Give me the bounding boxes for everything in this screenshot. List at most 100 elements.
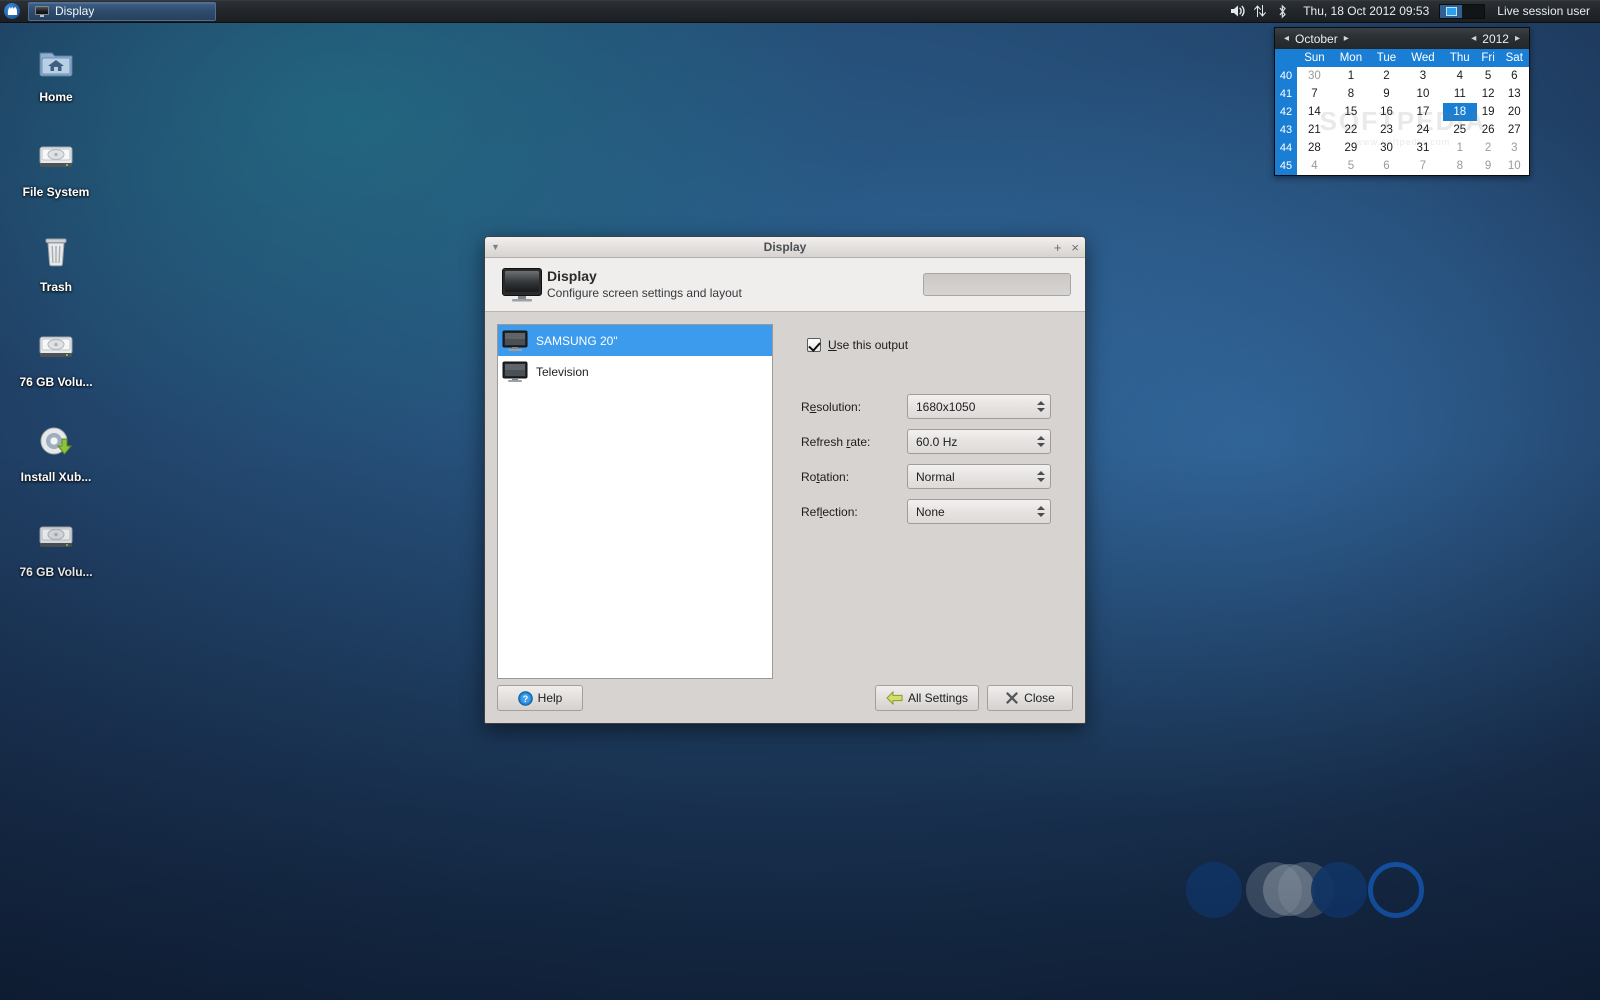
calendar-day[interactable]: 6: [1500, 67, 1529, 85]
reflection-spinner[interactable]: None: [907, 499, 1051, 524]
display-settings-window: ▼ Display + × Display Configure screen s…: [484, 236, 1086, 724]
calendar-day-today[interactable]: 18: [1442, 103, 1477, 121]
resolution-spinner[interactable]: 1680x1050: [907, 394, 1051, 419]
calendar-day[interactable]: 12: [1477, 85, 1500, 103]
close-button-footer[interactable]: Close: [987, 685, 1073, 711]
calendar-next-year-button[interactable]: ▸: [1511, 33, 1524, 44]
calendar-day[interactable]: 11: [1443, 85, 1477, 103]
rotation-stepper[interactable]: [1032, 465, 1050, 488]
calendar-day[interactable]: 31: [1403, 139, 1443, 157]
reflection-stepper[interactable]: [1032, 500, 1050, 523]
desktop-icon-trash[interactable]: Trash: [0, 224, 112, 298]
refresh-rate-label: Refresh rate:: [801, 434, 871, 449]
calendar-day[interactable]: 2: [1477, 139, 1500, 157]
calendar-day[interactable]: 24: [1403, 121, 1443, 139]
calendar-day[interactable]: 4: [1443, 67, 1477, 85]
rotation-spinner[interactable]: Normal: [907, 464, 1051, 489]
calendar-day[interactable]: 29: [1332, 139, 1370, 157]
calendar-prev-month-button[interactable]: ◂: [1280, 33, 1293, 44]
calendar-day[interactable]: 7: [1403, 157, 1443, 175]
calendar-day[interactable]: 22: [1332, 121, 1370, 139]
desktop-icon-install-xubuntu[interactable]: Install Xub...: [0, 414, 112, 488]
calendar-prev-year-button[interactable]: ◂: [1467, 33, 1480, 44]
maximize-button[interactable]: +: [1054, 241, 1062, 254]
calendar-day[interactable]: 19: [1477, 103, 1500, 121]
output-list-item-samsung[interactable]: SAMSUNG 20": [498, 325, 772, 356]
volume-icon[interactable]: [1227, 0, 1249, 23]
calendar-day[interactable]: 21: [1297, 121, 1332, 139]
workspace-1[interactable]: [1440, 4, 1463, 18]
search-input[interactable]: [930, 277, 1085, 292]
whisker-menu-button[interactable]: [0, 0, 24, 23]
calendar-day[interactable]: 15: [1332, 103, 1370, 121]
calendar-day[interactable]: 4: [1297, 157, 1332, 175]
calendar-week-row: 40 30 1 2 3 4 5 6: [1275, 67, 1529, 85]
workspace-switcher[interactable]: [1439, 3, 1486, 19]
help-button[interactable]: ? Help: [497, 685, 583, 711]
use-this-output-row[interactable]: Use this output: [807, 338, 1073, 352]
desktop-icon-home[interactable]: Home: [0, 34, 112, 108]
calendar-day[interactable]: 6: [1370, 157, 1403, 175]
calendar-day[interactable]: 2: [1370, 67, 1403, 85]
close-button[interactable]: ×: [1071, 241, 1079, 254]
calendar-day[interactable]: 30: [1370, 139, 1403, 157]
window-titlebar[interactable]: ▼ Display + ×: [485, 237, 1085, 258]
search-box[interactable]: [923, 273, 1085, 296]
taskbar-window-button-display[interactable]: Display: [28, 1, 216, 21]
workspace-2[interactable]: [1462, 4, 1485, 18]
calendar-year-label: 2012: [1482, 31, 1509, 46]
calendar-day[interactable]: 16: [1370, 103, 1403, 121]
desktop-icon-label: Home: [39, 90, 73, 104]
desktop-icon-volume-1[interactable]: 76 GB Volu...: [0, 319, 112, 393]
calendar-day[interactable]: 26: [1477, 121, 1500, 139]
output-list-item-television[interactable]: Television: [498, 356, 772, 387]
calendar-month-label: October: [1295, 31, 1338, 46]
calendar-day[interactable]: 23: [1370, 121, 1403, 139]
calendar-day[interactable]: 9: [1370, 85, 1403, 103]
clock[interactable]: Thu, 18 Oct 2012 09:53: [1293, 4, 1439, 18]
calendar-day[interactable]: 10: [1500, 157, 1529, 175]
desktop-icon-file-system[interactable]: File System: [0, 129, 112, 203]
calendar-day[interactable]: 3: [1500, 139, 1529, 157]
refresh-rate-value: 60.0 Hz: [916, 434, 958, 449]
refresh-rate-stepper[interactable]: [1032, 430, 1050, 453]
calendar-day[interactable]: 7: [1297, 85, 1332, 103]
search-icon[interactable]: [1085, 278, 1086, 291]
bluetooth-icon[interactable]: [1271, 0, 1293, 23]
calendar-day[interactable]: 5: [1332, 157, 1370, 175]
calendar-day[interactable]: 20: [1500, 103, 1529, 121]
output-list[interactable]: SAMSUNG 20" Television: [497, 324, 773, 679]
desktop-icon-volume-2[interactable]: 76 GB Volu...: [0, 509, 112, 583]
calendar-day[interactable]: 14: [1297, 103, 1332, 121]
calendar-day[interactable]: 27: [1500, 121, 1529, 139]
calendar-day[interactable]: 9: [1477, 157, 1500, 175]
all-settings-button[interactable]: All Settings: [874, 685, 979, 711]
calendar-day[interactable]: 13: [1500, 85, 1529, 103]
rotation-label: Rotation:: [801, 469, 850, 484]
calendar-day[interactable]: 17: [1403, 103, 1443, 121]
network-icon[interactable]: [1249, 0, 1271, 23]
calendar-day[interactable]: 3: [1403, 67, 1443, 85]
use-this-output-label-rest: se this output: [836, 338, 909, 352]
calendar-day[interactable]: 5: [1477, 67, 1500, 85]
desktop-icon-label: Install Xub...: [20, 470, 92, 484]
use-this-output-checkbox[interactable]: [807, 338, 821, 352]
calendar-body: 40 30 1 2 3 4 5 6 41 7 8 9 10 11 12 13 42 14 15 16 17 18 19 20 4…: [1275, 67, 1529, 175]
dialog-header: Display Configure screen settings and la…: [485, 258, 1085, 312]
calendar-day[interactable]: 8: [1443, 157, 1477, 175]
calendar-day[interactable]: 28: [1297, 139, 1332, 157]
calendar-day[interactable]: 30: [1297, 67, 1332, 85]
calendar-next-month-button[interactable]: ▸: [1340, 33, 1353, 44]
output-label: Television: [536, 364, 589, 379]
resolution-stepper[interactable]: [1032, 395, 1050, 418]
system-tray: Thu, 18 Oct 2012 09:53 Live session user: [1227, 0, 1600, 23]
calendar-day[interactable]: 8: [1332, 85, 1370, 103]
calendar-day[interactable]: 1: [1332, 67, 1370, 85]
display-properties-grid: Resolution: 1680x1050 Refresh rate: 60.0…: [801, 394, 1073, 524]
calendar-day[interactable]: 25: [1443, 121, 1477, 139]
resolution-value: 1680x1050: [916, 399, 976, 414]
refresh-rate-spinner[interactable]: 60.0 Hz: [907, 429, 1051, 454]
session-username[interactable]: Live session user: [1497, 4, 1592, 18]
calendar-day[interactable]: 1: [1443, 139, 1477, 157]
calendar-day[interactable]: 10: [1403, 85, 1443, 103]
